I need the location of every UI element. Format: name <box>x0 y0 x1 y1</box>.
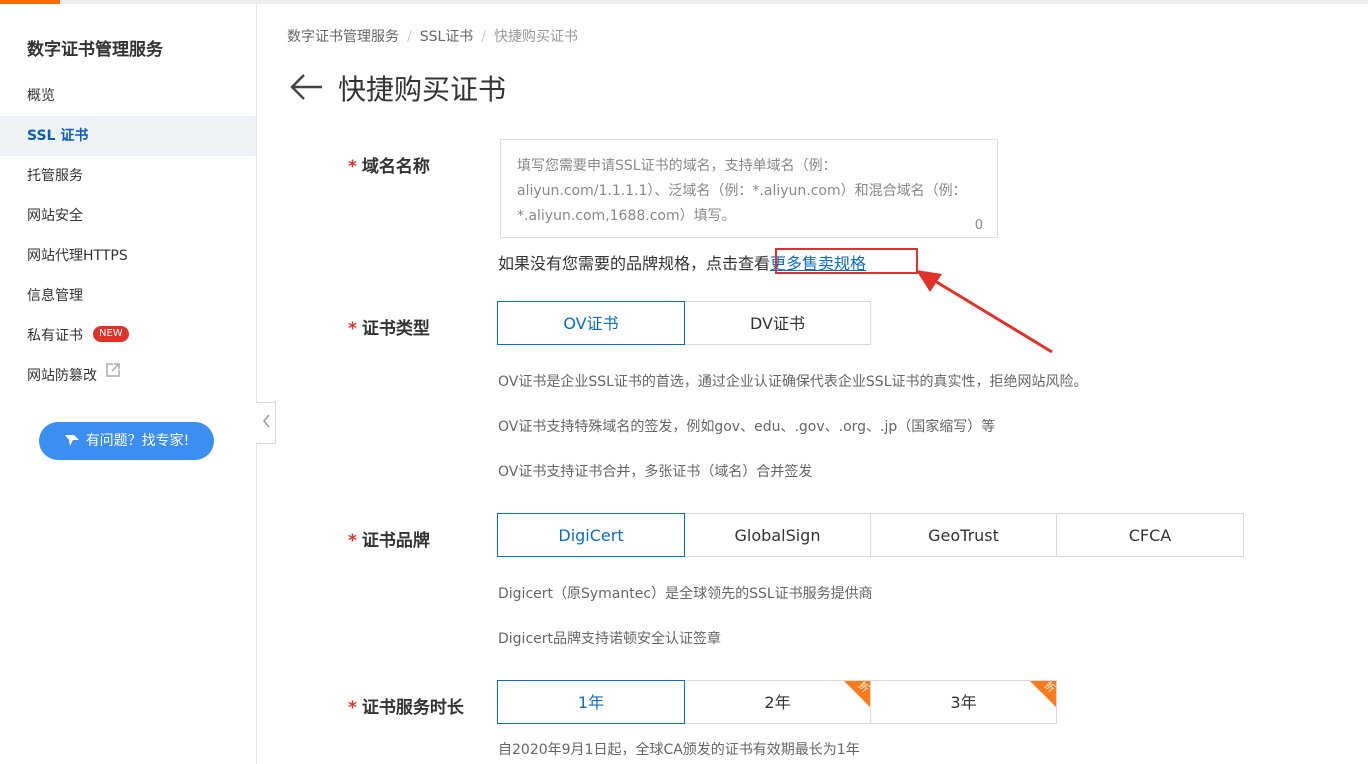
more-specs-hint-text: 如果没有您需要的品牌规格，点击查看 <box>498 254 771 273</box>
cert-brand-desc: Digicert（原Symantec）是全球领先的SSL证书服务提供商 <box>498 586 873 602</box>
breadcrumb-separator: / <box>407 29 412 45</box>
domain-label-text: 域名名称 <box>361 157 430 177</box>
required-mark: * <box>348 531 357 551</box>
sidebar-nav: 概览 SSL 证书 托管服务 网站安全 网站代理HTTPS 信息管理 私有证书 N… <box>0 76 256 396</box>
cert-brand-desc: Digicert品牌支持诺顿安全认证签章 <box>498 631 722 647</box>
highlight-box <box>775 248 918 274</box>
sidebar-item-label: 私有证书 <box>27 328 83 344</box>
breadcrumb-separator: / <box>481 29 487 45</box>
sidebar-item-label: 网站防篡改 <box>27 368 97 384</box>
option-dv[interactable]: DV证书 <box>684 301 871 345</box>
cert-type-selector: OV证书 DV证书 <box>497 301 871 345</box>
cert-type-desc: OV证书是企业SSL证书的首选，通过企业认证确保代表企业SSL证书的真实性，拒绝… <box>498 374 1088 390</box>
option-2-year[interactable]: 2年折 <box>684 680 871 724</box>
arrow-left-icon[interactable] <box>290 72 324 106</box>
cert-type-label: * 证书类型 <box>348 314 430 339</box>
option-label: 1年 <box>577 693 605 712</box>
external-link-icon <box>105 354 121 394</box>
domain-input[interactable] <box>517 154 977 232</box>
sidebar-collapse-handle[interactable] <box>256 402 276 444</box>
option-ov[interactable]: OV证书 <box>497 301 685 345</box>
required-mark: * <box>348 157 357 177</box>
new-badge: NEW <box>93 326 129 342</box>
cert-type-desc: OV证书支持证书合并，多张证书（域名）合并签发 <box>498 464 813 480</box>
sidebar-item-website-security[interactable]: 网站安全 <box>0 196 256 236</box>
sidebar-item-tamper-protection[interactable]: 网站防篡改 <box>0 356 256 396</box>
cert-brand-label-text: 证书品牌 <box>361 531 430 551</box>
sidebar-item-label: 网站代理HTTPS <box>27 248 128 264</box>
breadcrumb: 数字证书管理服务 / SSL证书 / 快捷购买证书 <box>287 26 578 46</box>
option-label: 3年 <box>950 693 977 712</box>
duration-label-text: 证书服务时长 <box>361 698 464 718</box>
sidebar-item-label: SSL 证书 <box>27 128 89 144</box>
sidebar: 数字证书管理服务 概览 SSL 证书 托管服务 网站安全 网站代理HTTPS 信… <box>0 4 257 764</box>
required-mark: * <box>348 319 357 339</box>
option-digicert[interactable]: DigiCert <box>497 513 685 557</box>
option-cfca[interactable]: CFCA <box>1056 513 1244 557</box>
option-3-year[interactable]: 3年折 <box>870 680 1057 724</box>
breadcrumb-item-current: 快捷购买证书 <box>494 29 579 45</box>
ask-expert-button[interactable]: 有问题？找专家! <box>39 422 214 460</box>
cert-type-label-text: 证书类型 <box>361 319 430 339</box>
breadcrumb-item-service[interactable]: 数字证书管理服务 <box>287 29 399 45</box>
sidebar-item-label: 概览 <box>27 88 55 104</box>
sidebar-item-label: 信息管理 <box>27 288 83 304</box>
domain-label: * 域名名称 <box>348 152 430 177</box>
sidebar-item-https-proxy[interactable]: 网站代理HTTPS <box>0 236 256 276</box>
cert-brand-selector: DigiCert GlobalSign GeoTrust CFCA <box>497 513 1244 557</box>
sidebar-item-overview[interactable]: 概览 <box>0 76 256 116</box>
sidebar-item-hosting[interactable]: 托管服务 <box>0 156 256 196</box>
option-label: 2年 <box>764 693 791 712</box>
duration-label: * 证书服务时长 <box>348 693 464 718</box>
sidebar-item-ssl[interactable]: SSL 证书 <box>0 116 256 156</box>
sidebar-item-label: 网站安全 <box>27 208 83 224</box>
option-geotrust[interactable]: GeoTrust <box>870 513 1057 557</box>
required-mark: * <box>348 698 357 718</box>
chevron-left-icon <box>261 413 271 433</box>
annotation-arrow-icon <box>916 270 1053 354</box>
page-title: 快捷购买证书 <box>338 73 507 106</box>
duration-selector: 1年 2年折 3年折 <box>497 680 1057 724</box>
duration-note: 自2020年9月1日起，全球CA颁发的证书有效期最长为1年 <box>498 742 860 758</box>
sidebar-title: 数字证书管理服务 <box>27 40 163 60</box>
option-1-year[interactable]: 1年 <box>497 680 685 724</box>
breadcrumb-item-ssl[interactable]: SSL证书 <box>420 29 474 45</box>
sidebar-item-info-management[interactable]: 信息管理 <box>0 276 256 316</box>
ask-expert-label: 有问题？找专家! <box>85 433 190 449</box>
sidebar-item-private-cert[interactable]: 私有证书 NEW <box>0 316 256 356</box>
cert-type-desc: OV证书支持特殊域名的签发，例如gov、edu、.gov、.org、.jp（国家… <box>498 419 996 435</box>
char-count: 0 <box>974 218 983 233</box>
sidebar-item-label: 托管服务 <box>27 168 83 184</box>
domain-input-box: 0 <box>500 139 998 238</box>
cert-brand-label: * 证书品牌 <box>348 526 430 551</box>
option-globalsign[interactable]: GlobalSign <box>684 513 871 557</box>
bird-icon <box>64 433 86 449</box>
